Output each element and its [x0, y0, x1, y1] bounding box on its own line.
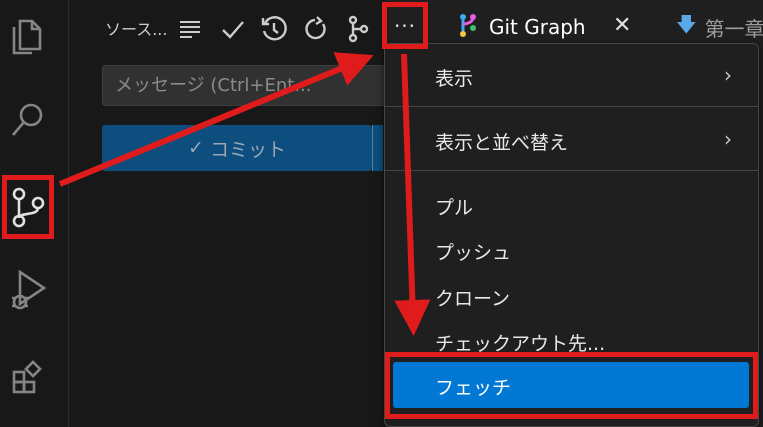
menu-separator [385, 106, 758, 107]
menu-item-label: クローン [435, 288, 511, 310]
view-as-list-icon[interactable] [173, 12, 207, 46]
source-control-panel: ソース... ✓ コミット [69, 0, 392, 427]
refresh-icon[interactable] [299, 12, 333, 46]
commit-message-input[interactable] [102, 65, 392, 106]
chevron-right-icon: › [724, 127, 732, 151]
git-graph-icon[interactable] [341, 12, 375, 46]
menu-item-label: 表示と並べ替え [435, 132, 569, 154]
tab-git-graph-label: Git Graph [489, 15, 586, 39]
files-icon[interactable] [0, 8, 56, 64]
menu-item-push[interactable]: プッシュ [385, 229, 758, 269]
run-debug-icon[interactable] [0, 262, 56, 318]
highlight-box-more-actions [382, 2, 428, 49]
menu-item-label: プッシュ [435, 242, 512, 264]
menu-separator [385, 170, 758, 171]
panel-header: ソース... [69, 6, 385, 50]
commit-check-icon[interactable] [216, 12, 250, 46]
commit-dropdown-button[interactable] [372, 125, 383, 171]
highlight-box-source-control [2, 175, 54, 239]
git-graph-tab-icon [457, 12, 479, 43]
menu-item-view[interactable]: 表示 › [385, 55, 758, 95]
menu-item-pull[interactable]: プル [385, 184, 758, 224]
arrow-down-icon: 🡇 [676, 12, 697, 36]
check-icon: ✓ [188, 137, 204, 159]
history-icon[interactable] [257, 12, 291, 46]
menu-item-clone[interactable]: クローン [385, 275, 758, 315]
menu-item-label: 表示 [435, 68, 474, 90]
highlight-box-fetch [385, 352, 758, 419]
close-icon[interactable]: ✕ [613, 13, 631, 38]
menu-item-label: プル [435, 197, 474, 219]
tab-document-label: 第一章 [704, 16, 763, 41]
commit-button[interactable]: ✓ コミット [102, 125, 372, 171]
extensions-icon[interactable] [0, 350, 56, 406]
chevron-right-icon: › [724, 63, 732, 87]
commit-label: コミット [209, 138, 286, 161]
panel-title: ソース... [105, 20, 168, 39]
search-icon[interactable] [0, 92, 56, 148]
menu-item-view-sort[interactable]: 表示と並べ替え › [385, 119, 758, 159]
